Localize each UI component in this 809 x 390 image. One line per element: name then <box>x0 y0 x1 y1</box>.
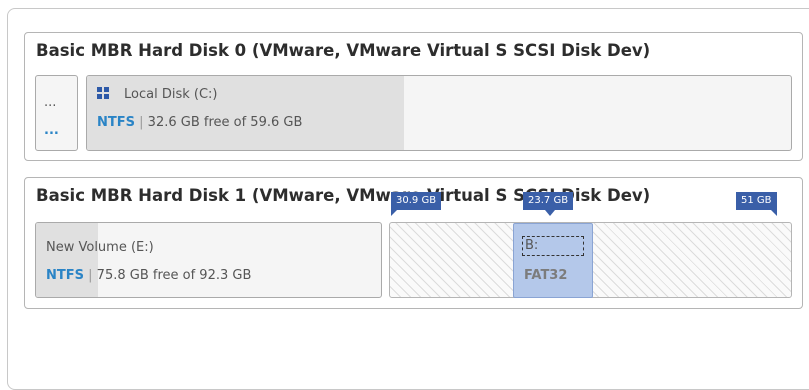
size-tag-after: 51 GB <box>736 192 777 216</box>
drive-letter-field[interactable]: B: <box>522 236 584 256</box>
partition-label: New Volume (E:) <box>46 240 154 255</box>
partition-info: NTFS | 32.6 GB free of 59.6 GB <box>97 115 303 130</box>
partition-fs: FAT32 <box>524 268 568 283</box>
reserved-fs: ... <box>44 123 59 138</box>
partition-e[interactable]: New Volume (E:) NTFS | 75.8 GB free of 9… <box>35 222 382 298</box>
disk-0[interactable]: Basic MBR Hard Disk 0 (VMware, VMware Vi… <box>24 32 803 161</box>
windows-icon <box>97 87 109 99</box>
disk-title: Basic MBR Hard Disk 0 (VMware, VMware Vi… <box>36 41 651 60</box>
reserved-partition[interactable]: ... ... <box>35 75 78 151</box>
partition-info: NTFS | 75.8 GB free of 92.3 GB <box>46 268 252 283</box>
disk-1[interactable]: Basic MBR Hard Disk 1 (VMware, VMware Vi… <box>24 177 803 309</box>
usage-bar <box>36 223 99 297</box>
partition-label: Local Disk (C:) <box>124 87 218 102</box>
size-tag-before: 30.9 GB <box>391 192 442 216</box>
size-tag-partition: 23.7 GB <box>523 192 574 216</box>
partition-c[interactable]: Local Disk (C:) NTFS | 32.6 GB free of 5… <box>86 75 792 151</box>
reserved-label: ... <box>44 95 57 110</box>
new-partition-b[interactable]: B: FAT32 <box>513 223 593 298</box>
